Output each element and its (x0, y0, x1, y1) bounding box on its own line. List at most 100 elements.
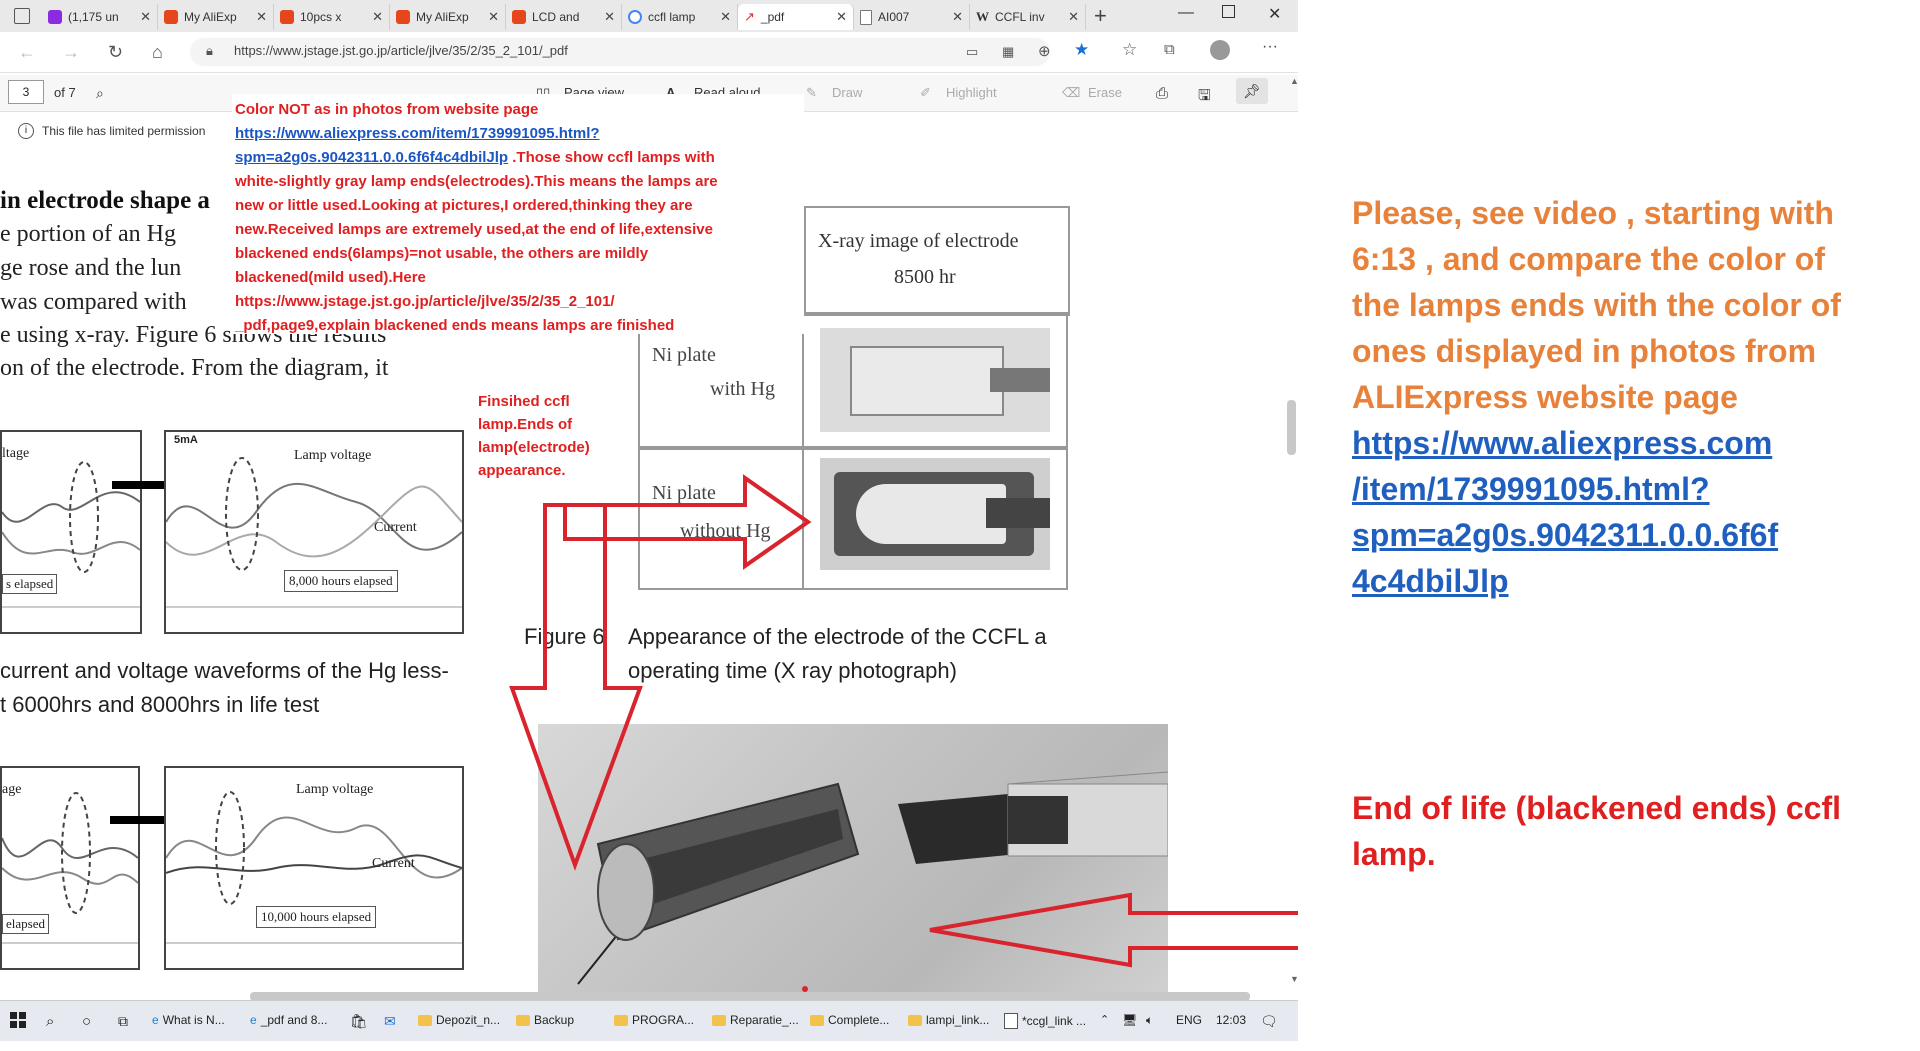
draw-button[interactable]: Draw (832, 85, 862, 100)
windows-start-icon[interactable] (10, 1012, 26, 1028)
close-icon[interactable]: ✕ (488, 9, 499, 25)
tab-actions-icon[interactable] (14, 8, 30, 24)
tab-aliexpress-1[interactable]: My AliExp ✕ (158, 4, 274, 30)
tab-aliexpress-2[interactable]: 10pcs x ✕ (274, 4, 390, 30)
link-line[interactable]: spm=a2g0s.9042311.0.0.6f6f (1352, 512, 1872, 558)
close-icon[interactable]: ✕ (256, 9, 267, 25)
aliexpress-link-cont[interactable]: spm=a2g0s.9042311.0.0.6f6f4c4dbilJlp (235, 149, 508, 166)
taskbar-item[interactable]: Reparatie_... (712, 1013, 799, 1027)
figure6-label: Figure 6 (524, 624, 605, 649)
save-icon[interactable]: 🖫︎ (1198, 85, 1211, 110)
close-icon[interactable]: ✕ (1068, 9, 1079, 25)
erase-button[interactable]: Erase (1088, 85, 1122, 100)
mail-icon[interactable]: ✉ (384, 1013, 396, 1030)
close-icon[interactable]: ✕ (952, 9, 963, 25)
panel-label: 8,000 hours elapsed (284, 570, 398, 592)
taskbar-item[interactable]: PROGRA... (614, 1013, 694, 1027)
minimize-icon[interactable]: — (1178, 4, 1194, 22)
lock-icon[interactable]: 🔒︎ (206, 43, 213, 59)
xray-image-without-hg (820, 458, 1050, 570)
taskbar-item[interactable]: Depozit_n... (418, 1013, 500, 1027)
video-note: Please, see video , starting with 6:13 ,… (1352, 190, 1872, 604)
volume-icon[interactable]: 🔈︎ (1146, 1013, 1153, 1028)
close-icon[interactable]: ✕ (720, 9, 731, 25)
store-icon[interactable]: 🛍︎ (350, 1013, 368, 1030)
row-label: without Hg (680, 520, 771, 542)
panel-label: 10,000 hours elapsed (256, 906, 377, 928)
annotation-line: new.Received lamps are extremely used,at… (235, 221, 713, 238)
taskbar-item[interactable]: Backup (516, 1013, 574, 1027)
taskbar-item[interactable]: e What is N... (152, 1013, 225, 1027)
tab-label: My AliExp (416, 10, 469, 24)
tab-mail[interactable]: (1,175 un ✕ (42, 4, 158, 30)
close-icon[interactable]: ✕ (836, 9, 847, 25)
apps-icon[interactable]: ▦ (1002, 44, 1014, 60)
close-icon[interactable]: ✕ (372, 9, 383, 25)
back-icon[interactable]: ← (18, 42, 36, 63)
google-icon (628, 10, 642, 24)
chevron-up-icon[interactable]: ⌃ (1100, 1013, 1109, 1026)
restore-icon[interactable] (1222, 5, 1235, 18)
scroll-down-icon[interactable]: ▼ (1290, 974, 1299, 984)
aliexpress-icon (164, 10, 178, 24)
pin-icon[interactable]: 📌︎ (1236, 78, 1268, 104)
home-icon[interactable]: ⌂ (152, 42, 163, 63)
task-view-icon[interactable]: ⧉ (118, 1013, 128, 1030)
aliexpress-page-link[interactable]: https://www.aliexpress.com /item/1739991… (1352, 420, 1872, 604)
vertical-scrollbar[interactable] (1287, 400, 1296, 455)
tab-google[interactable]: ccfl lamp ✕ (622, 4, 738, 30)
more-options-icon[interactable]: ··· (1262, 38, 1278, 56)
link-line[interactable]: /item/1739991095.html? (1352, 466, 1872, 512)
body-line: ge rose and the lun (0, 255, 182, 281)
search-icon[interactable]: ⌕ (96, 85, 104, 102)
taskbar-label: lampi_link... (926, 1013, 990, 1027)
link-line[interactable]: 4c4dbilJlp (1352, 558, 1872, 604)
annotation-line: _pdf,page9,explain blackened ends means … (235, 317, 675, 334)
highlight-icon[interactable]: ✐ (920, 85, 931, 101)
taskbar-label: Reparatie_... (730, 1013, 799, 1027)
favorite-star-icon[interactable]: ★ (1074, 40, 1089, 60)
taskbar-item[interactable]: Complete... (810, 1013, 889, 1027)
taskbar-item[interactable]: lampi_link... (908, 1013, 989, 1027)
close-icon[interactable]: ✕ (604, 9, 615, 25)
taskbar-item[interactable]: *ccgl_link ... (1004, 1013, 1086, 1029)
xray-header-cell: X-ray image of electrode 8500 hr (804, 206, 1070, 316)
taskbar-label: Complete... (828, 1013, 890, 1027)
tab-wikipedia[interactable]: W CCFL inv ✕ (970, 4, 1086, 30)
document-icon (860, 9, 872, 25)
page-number-input[interactable]: 3 (8, 80, 44, 104)
scroll-up-icon[interactable]: ▲ (1290, 76, 1299, 86)
aliexpress-icon (280, 10, 294, 24)
xray-header-hours: 8500 hr (894, 266, 956, 288)
collections-icon[interactable]: ⧉ (1164, 41, 1175, 58)
zoom-icon[interactable]: ⊕ (1038, 42, 1051, 60)
search-icon[interactable]: ⌕ (46, 1013, 54, 1030)
window-close-icon[interactable]: ✕ (1268, 4, 1281, 24)
clock[interactable]: 12:03 (1216, 1013, 1246, 1027)
profile-avatar-icon[interactable] (1210, 40, 1230, 60)
url-text[interactable]: https://www.jstage.jst.go.jp/article/jlv… (234, 43, 568, 58)
favorites-icon[interactable]: ☆ (1122, 40, 1137, 60)
network-icon[interactable]: 🖥︎ (1122, 1013, 1137, 1027)
new-tab-icon[interactable]: + (1094, 3, 1107, 29)
taskbar-item[interactable]: e _pdf and 8... (250, 1013, 327, 1027)
panel-label: Lamp voltage (294, 448, 372, 463)
close-icon[interactable]: ✕ (140, 9, 151, 25)
language-indicator[interactable]: ENG (1176, 1013, 1202, 1027)
tab-aliexpress-3[interactable]: My AliExp ✕ (390, 4, 506, 30)
print-icon[interactable]: ⎙ (1156, 85, 1168, 102)
forward-icon[interactable]: → (62, 42, 80, 63)
link-line[interactable]: https://www.aliexpress.com (1352, 420, 1872, 466)
highlight-button[interactable]: Highlight (946, 85, 997, 100)
tab-pdf-active[interactable]: ↗ _pdf ✕ (738, 4, 854, 30)
cortana-icon[interactable]: ○ (82, 1013, 91, 1030)
tab-document[interactable]: AI007 ✕ (854, 4, 970, 30)
aliexpress-link[interactable]: https://www.aliexpress.com/item/17399910… (235, 125, 600, 142)
notification-icon[interactable]: 🗨︎ (1260, 1013, 1278, 1030)
read-mode-icon[interactable]: ▭ (966, 44, 978, 60)
tab-label: AI007 (878, 10, 910, 24)
edge-icon: e (152, 1013, 159, 1027)
refresh-icon[interactable]: ↻ (108, 42, 123, 63)
tab-aliexpress-4[interactable]: LCD and ✕ (506, 4, 622, 30)
erase-icon[interactable]: ⌫ (1062, 85, 1080, 101)
